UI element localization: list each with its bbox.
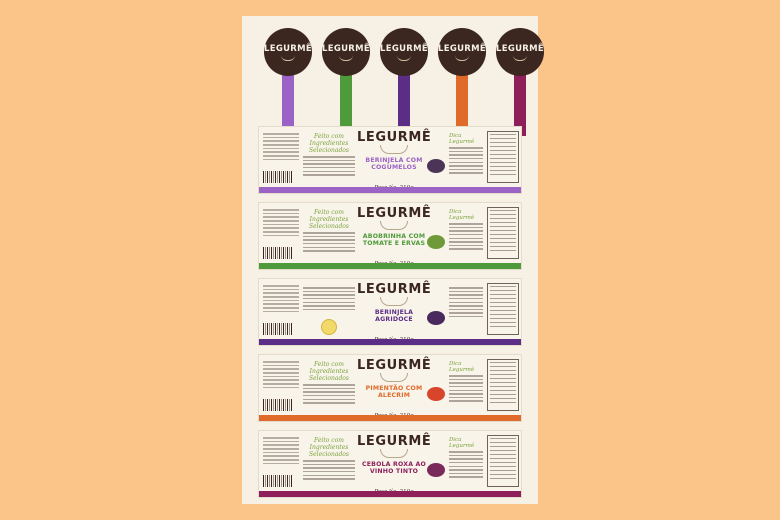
ingredients-block: [303, 285, 355, 311]
tag-logo: LEGURMÊ: [438, 28, 486, 76]
onion-icon: [427, 463, 445, 477]
product-name: CEBOLA ROXA AO VINHO TINTO: [362, 461, 426, 475]
tag-brand: LEGURMÊ: [438, 43, 487, 54]
tip-block: Dica Legurmê: [449, 437, 483, 478]
tip-block: Dica Legurmê: [449, 133, 483, 174]
tag-1: LEGURMÊ: [264, 28, 312, 138]
product-label-1: Feito com Ingredientes Selecionados LEGU…: [258, 126, 522, 194]
tip-title: Dica Legurmê: [449, 361, 475, 373]
product-name: BERINJELA COM COGUMELOS: [365, 157, 423, 171]
zucchini-icon: [427, 235, 445, 249]
selected-ingredients-script: Feito com Ingredientes Selecionados: [309, 361, 349, 382]
nutrition-table: [487, 131, 519, 183]
brand-logo: LEGURMÊ: [357, 282, 432, 297]
fine-print: [263, 209, 299, 239]
fine-print: [263, 361, 299, 391]
color-band: [259, 491, 521, 497]
product-label-4: Feito com Ingredientes Selecionados LEGU…: [258, 354, 522, 422]
product-label-5: Feito com Ingredientes Selecionados LEGU…: [258, 430, 522, 498]
product-name: PIMENTÃO COM ALECRIM: [365, 385, 423, 399]
pepper-icon: [427, 387, 445, 401]
selected-ingredients-script: Feito com Ingredientes Selecionados: [309, 209, 349, 230]
tag-logo: LEGURMÊ: [322, 28, 370, 76]
barcode: [263, 323, 293, 335]
tag-deco: [455, 55, 469, 61]
product-name: BERINJELA AGRIDOCE: [374, 309, 414, 323]
nutrition-table: [487, 283, 519, 335]
brand-logo: LEGURMÊ: [357, 130, 432, 145]
label-center: LEGURMÊ CEBOLA ROXA AO VINHO TINTO Peso …: [357, 434, 432, 496]
tag-4: LEGURMÊ: [438, 28, 486, 138]
product-name: ABOBRINHA COM TOMATE E ERVAS: [362, 233, 426, 247]
ingredients-block: Feito com Ingredientes Selecionados: [303, 361, 355, 404]
label-center: LEGURMÊ PIMENTÃO COM ALECRIM Peso líq. 2…: [357, 358, 432, 420]
nutrition-table: [487, 435, 519, 487]
brand-logo: LEGURMÊ: [357, 358, 432, 373]
tag-2: LEGURMÊ: [322, 28, 370, 138]
barcode: [263, 475, 293, 487]
color-band: [259, 263, 521, 269]
nutrition-table: [487, 359, 519, 411]
tip-title: Dica Legurmê: [449, 209, 475, 221]
tag-brand: LEGURMÊ: [264, 43, 313, 54]
eggplant-icon: [427, 311, 445, 325]
fine-print: [263, 437, 299, 467]
tag-deco: [339, 55, 353, 61]
fine-print: [263, 285, 299, 315]
tip-title: Dica Legurmê: [449, 437, 475, 449]
tip-block: [449, 285, 483, 318]
tag-brand: LEGURMÊ: [380, 43, 429, 54]
fine-print: [263, 133, 299, 163]
logo-arc: [380, 373, 408, 382]
tag-logo: LEGURMÊ: [380, 28, 428, 76]
nutrition-table: [487, 207, 519, 259]
color-band: [259, 415, 521, 421]
color-band: [259, 187, 521, 193]
tip-block: Dica Legurmê: [449, 209, 483, 250]
ingredients-block: Feito com Ingredientes Selecionados: [303, 437, 355, 480]
barcode: [263, 399, 293, 411]
brand-logo: LEGURMÊ: [357, 206, 432, 221]
selected-ingredients-script: Feito com Ingredientes Selecionados: [309, 133, 349, 154]
label-center: LEGURMÊ BERINJELA COM COGUMELOS Peso líq…: [357, 130, 432, 192]
ingredients-block: Feito com Ingredientes Selecionados: [303, 133, 355, 176]
barcode: [263, 171, 293, 183]
ingredients-block: Feito com Ingredientes Selecionados: [303, 209, 355, 252]
tag-row: LEGURMÊ LEGURMÊ LEGURMÊ LEGURMÊ LEGURMÊ: [242, 28, 544, 138]
tag-deco: [397, 55, 411, 61]
quality-seal-icon: [321, 319, 337, 335]
label-center: LEGURMÊ BERINJELA AGRIDOCE Peso líq. 210…: [357, 282, 432, 344]
tag-deco: [513, 55, 527, 61]
eggplant-icon: [427, 159, 445, 173]
logo-arc: [380, 449, 408, 458]
color-band: [259, 339, 521, 345]
selected-ingredients-script: Feito com Ingredientes Selecionados: [309, 437, 349, 458]
logo-arc: [380, 145, 408, 154]
tag-3: LEGURMÊ: [380, 28, 428, 138]
tag-logo: LEGURMÊ: [496, 28, 544, 76]
brand-logo: LEGURMÊ: [357, 434, 432, 449]
tip-title: Dica Legurmê: [449, 133, 475, 145]
label-sheet: LEGURMÊ LEGURMÊ LEGURMÊ LEGURMÊ LEGURMÊ …: [242, 16, 544, 504]
logo-arc: [380, 221, 408, 230]
logo-arc: [380, 297, 408, 306]
product-label-3: LEGURMÊ BERINJELA AGRIDOCE Peso líq. 210…: [258, 278, 522, 346]
tag-brand: LEGURMÊ: [322, 43, 371, 54]
tag-brand: LEGURMÊ: [496, 43, 545, 54]
tag-logo: LEGURMÊ: [264, 28, 312, 76]
product-label-2: Feito com Ingredientes Selecionados LEGU…: [258, 202, 522, 270]
tag-5: LEGURMÊ: [496, 28, 544, 138]
tip-block: Dica Legurmê: [449, 361, 483, 402]
tag-deco: [281, 55, 295, 61]
label-center: LEGURMÊ ABOBRINHA COM TOMATE E ERVAS Pes…: [357, 206, 432, 268]
barcode: [263, 247, 293, 259]
